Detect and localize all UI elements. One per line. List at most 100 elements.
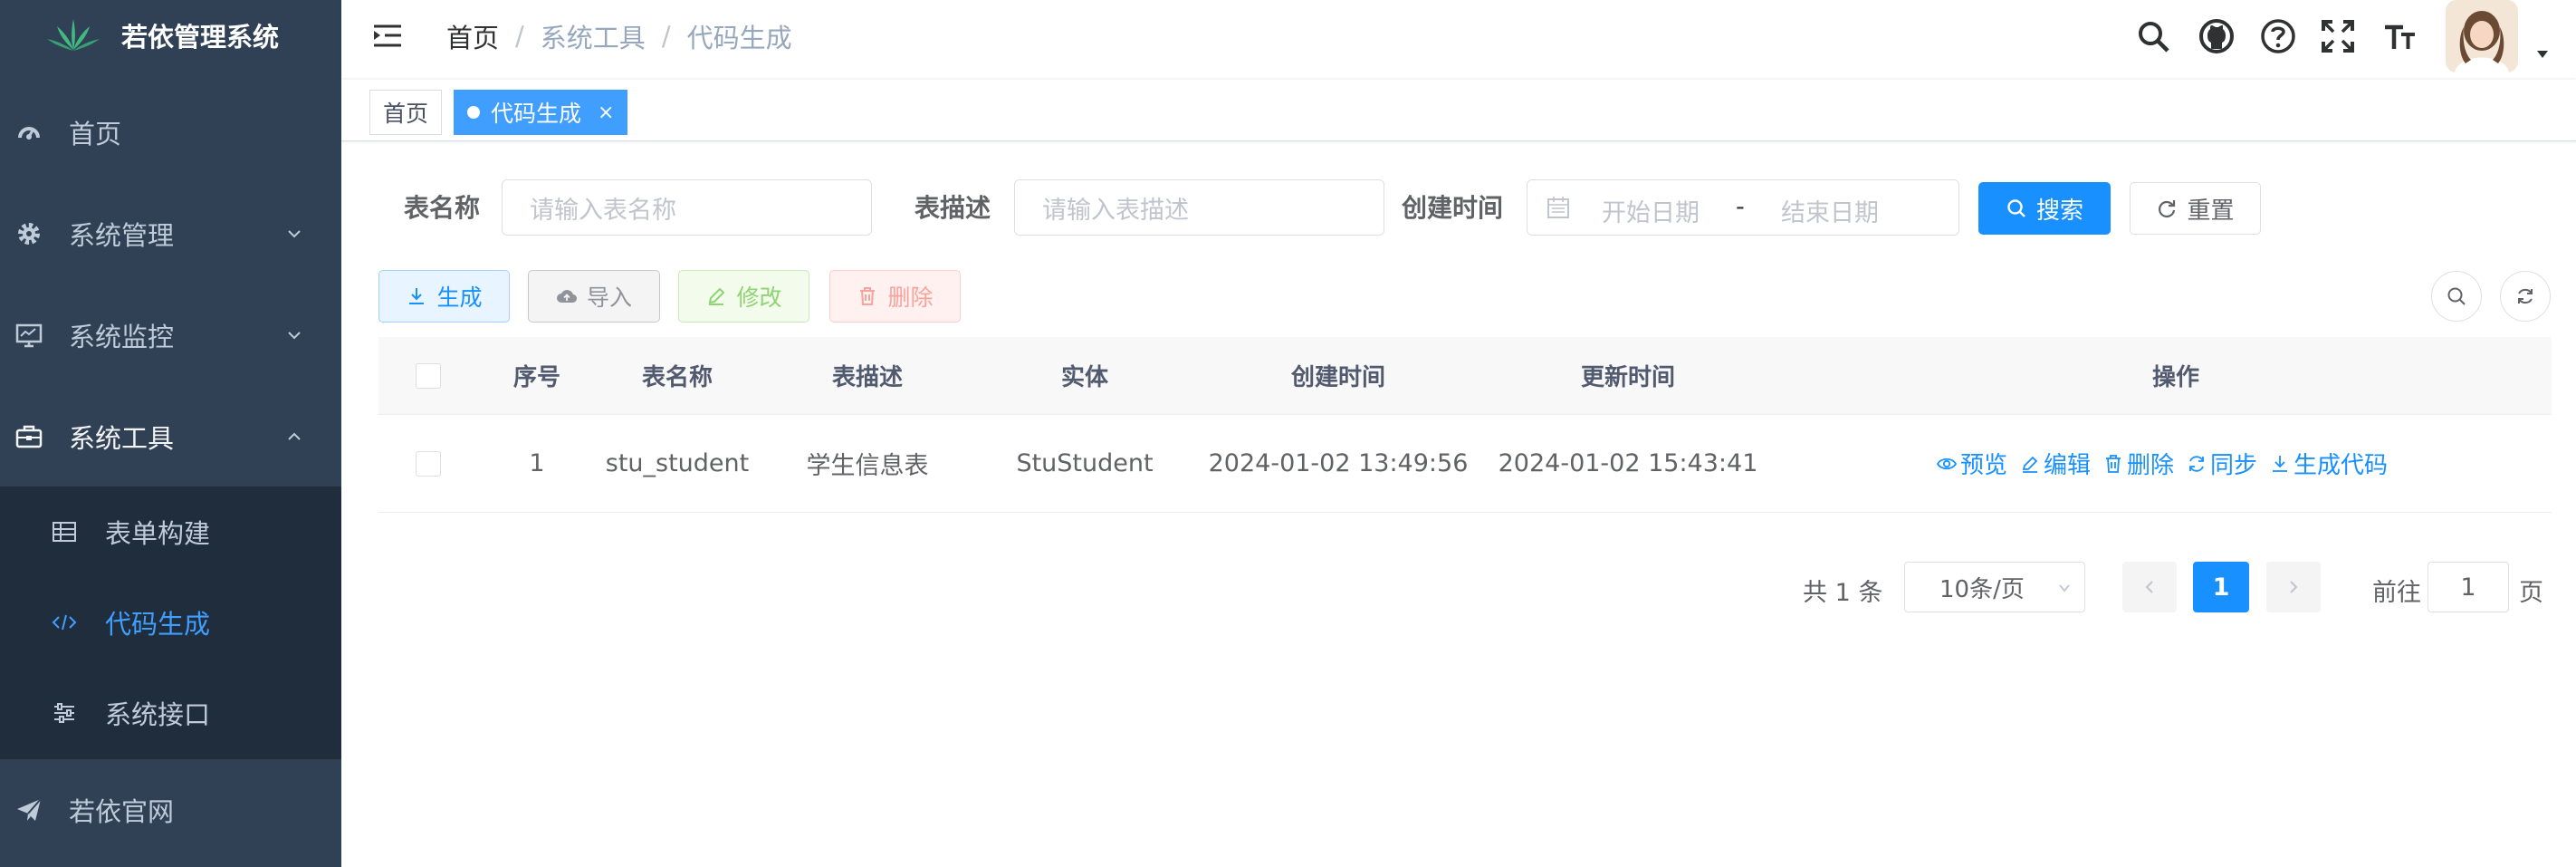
row-checkbox[interactable] — [416, 450, 441, 477]
help-icon[interactable] — [2260, 18, 2296, 54]
sidebar-item-label: 首页 — [69, 119, 122, 149]
prev-page-button[interactable] — [2122, 562, 2177, 612]
sidebar-item-system-management[interactable]: 系统管理 — [0, 183, 341, 284]
goto-prefix: 前往 — [2372, 579, 2421, 607]
cell-actions: 预览 编辑 删除 同步 生成代码 — [1773, 415, 2552, 512]
goto-page-input[interactable]: 1 — [2428, 562, 2509, 612]
navbar: 首页 / 系统工具 / 代码生成 — [341, 0, 2576, 78]
table-desc-label: 表描述 — [915, 193, 991, 223]
sidebar-subitem-system-api[interactable]: 系统接口 — [0, 668, 341, 758]
next-page-button[interactable] — [2266, 562, 2321, 612]
monitor-icon — [15, 323, 43, 348]
table-row: 1 stu_student 学生信息表 StuStudent 2024-01-0… — [378, 415, 2552, 513]
fullscreen-icon[interactable] — [2320, 18, 2356, 54]
end-date-input[interactable]: 结束日期 — [1781, 193, 1879, 228]
delete-button[interactable]: 删除 — [829, 270, 961, 323]
header-actions: 操作 — [2151, 364, 2199, 391]
hamburger-icon[interactable] — [372, 20, 405, 53]
logo[interactable]: 若依管理系统 — [0, 0, 341, 71]
tag-home[interactable]: 首页 — [369, 90, 443, 135]
table-name-label: 表名称 — [404, 193, 481, 223]
download-icon — [409, 288, 425, 304]
chevron-right-icon — [2290, 581, 2298, 593]
sidebar-item-label: 若依官网 — [69, 796, 175, 827]
avatar[interactable] — [2446, 0, 2518, 72]
code-icon — [52, 614, 77, 631]
cell-index: 1 — [529, 449, 545, 477]
search-icon — [2007, 199, 2025, 217]
cell-table-desc: 学生信息表 — [806, 452, 929, 480]
edit-link[interactable]: 编辑 — [2020, 447, 2091, 480]
header-create-time: 创建时间 — [1290, 364, 1385, 391]
sync-label: 同步 — [2210, 452, 2258, 479]
page-size-select[interactable]: 10条/页 — [1904, 562, 2085, 612]
logo-icon — [47, 19, 100, 51]
goto-page-value: 1 — [2460, 573, 2476, 602]
gear-icon — [18, 223, 40, 245]
chevron-up-icon — [288, 432, 301, 440]
tag-label: 首页 — [383, 101, 429, 127]
sidebar-item-label: 系统管理 — [69, 220, 175, 251]
chevron-down-icon — [288, 230, 301, 238]
trash-icon — [860, 287, 876, 305]
font-size-icon[interactable] — [2381, 18, 2418, 54]
sidebar-subitem-form-builder[interactable]: 表单构建 — [0, 486, 341, 577]
search-icon[interactable] — [2135, 18, 2171, 54]
generate-code-link[interactable]: 生成代码 — [2270, 447, 2388, 480]
generate-button-label: 生成 — [436, 284, 483, 311]
sliders-icon — [54, 703, 74, 723]
github-icon[interactable] — [2198, 18, 2235, 54]
row-actions: 预览 编辑 删除 同步 生成代码 — [1936, 447, 2388, 480]
dashboard-icon — [18, 127, 40, 140]
reset-button-label: 重置 — [2187, 197, 2235, 225]
calendar-icon — [1547, 197, 1569, 218]
start-date-input[interactable]: 开始日期 — [1602, 193, 1700, 228]
table-name-input[interactable]: 请输入表名称 — [502, 179, 872, 236]
search-button-label: 搜索 — [2035, 197, 2083, 225]
import-button[interactable]: 导入 — [528, 270, 660, 323]
paper-plane-icon — [17, 798, 42, 821]
date-range-picker[interactable]: 开始日期 - 结束日期 — [1527, 179, 1959, 236]
delete-link[interactable]: 删除 — [2103, 447, 2174, 480]
table-desc-input[interactable]: 请输入表描述 — [1014, 179, 1384, 236]
select-all-checkbox[interactable] — [416, 362, 441, 389]
sidebar-item-label: 系统工具 — [69, 423, 175, 454]
breadcrumb-item-tools: 系统工具 — [540, 23, 646, 53]
goto-suffix: 页 — [2519, 579, 2543, 607]
close-icon[interactable]: × — [598, 101, 614, 124]
pencil-icon — [709, 287, 725, 305]
generate-code-label: 生成代码 — [2294, 452, 2389, 479]
page-size-value: 10条/页 — [1939, 575, 2025, 603]
input-placeholder: 请输入表描述 — [1042, 196, 1189, 225]
sidebar-subitem-code-gen[interactable]: 代码生成 — [0, 577, 341, 668]
sidebar-item-ruoyi-site[interactable]: 若依官网 — [0, 759, 341, 861]
sidebar-item-system-monitor[interactable]: 系统监控 — [0, 284, 341, 386]
breadcrumb-item-home[interactable]: 首页 — [446, 17, 499, 55]
input-placeholder: 请输入表名称 — [530, 196, 676, 225]
create-time-label: 创建时间 — [1402, 193, 1504, 223]
sidebar-item-home[interactable]: 首页 — [0, 82, 341, 183]
sidebar-subitem-label: 系统接口 — [105, 699, 211, 730]
caret-down-icon[interactable] — [2535, 47, 2550, 62]
preview-link[interactable]: 预览 — [1936, 447, 2007, 480]
submenu-system-tools: 表单构建 代码生成 系统接口 — [0, 486, 341, 759]
refresh-button[interactable] — [2500, 271, 2551, 322]
breadcrumb: 首页 / 系统工具 / 代码生成 — [446, 0, 792, 72]
trash-icon — [2105, 454, 2121, 473]
toggle-search-button[interactable] — [2431, 271, 2482, 322]
tag-code-gen[interactable]: 代码生成 × — [454, 90, 628, 135]
search-button[interactable]: 搜索 — [1978, 182, 2111, 235]
reset-button[interactable]: 重置 — [2130, 182, 2261, 235]
grid-icon — [53, 522, 76, 542]
chevron-down-icon — [288, 332, 301, 340]
sync-link[interactable]: 同步 — [2187, 447, 2257, 480]
edit-label: 编辑 — [2043, 452, 2091, 479]
search-icon — [2447, 287, 2466, 305]
edit-button[interactable]: 修改 — [678, 270, 809, 323]
sidebar-item-label: 系统监控 — [69, 322, 175, 352]
sidebar-item-system-tools[interactable]: 系统工具 — [0, 386, 341, 487]
chevron-down-icon — [2059, 584, 2070, 592]
refresh-icon — [2159, 200, 2176, 218]
generate-button[interactable]: 生成 — [378, 270, 510, 323]
page-number-current[interactable]: 1 — [2193, 562, 2249, 612]
